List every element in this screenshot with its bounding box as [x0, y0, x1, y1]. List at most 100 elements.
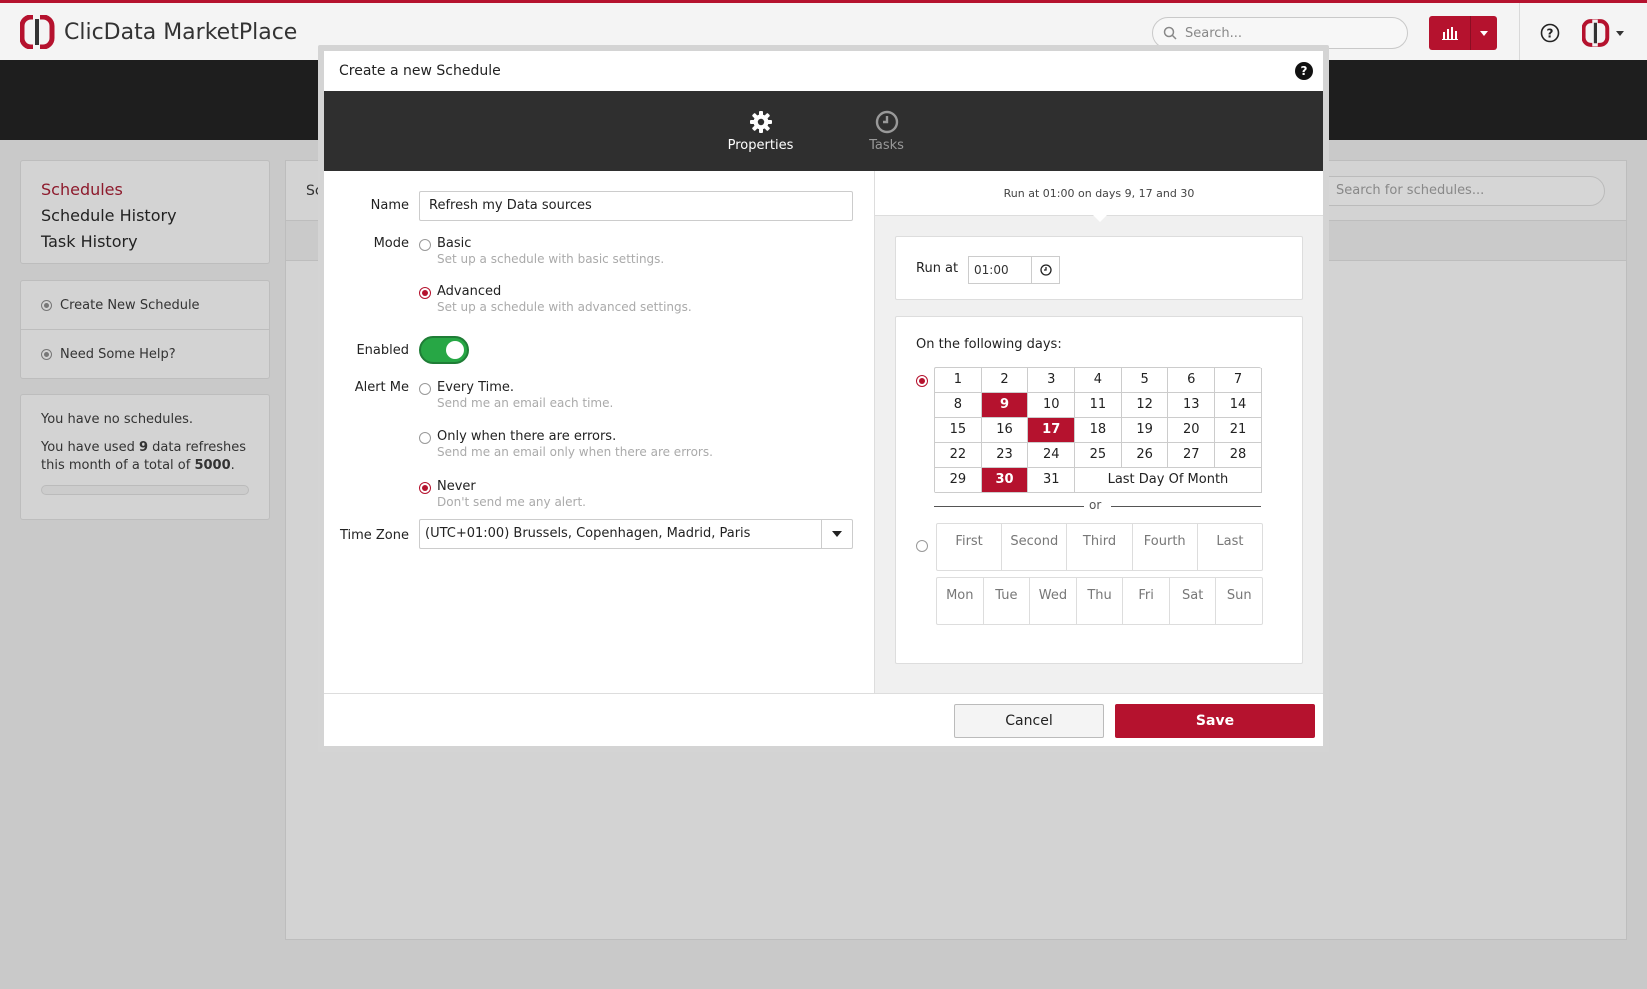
- create-schedule-label: Create New Schedule: [60, 297, 200, 313]
- search-placeholder: Search...: [1185, 25, 1243, 41]
- alert-errors-option[interactable]: Only when there are errors. Send me an em…: [419, 429, 713, 460]
- day-cell[interactable]: 29: [935, 468, 982, 493]
- weekday-option[interactable]: Mon: [937, 578, 984, 624]
- day-cell[interactable]: 19: [1121, 418, 1169, 443]
- day-cell[interactable]: 3: [1028, 368, 1076, 393]
- used-count: 9: [138, 440, 149, 455]
- save-button[interactable]: Save: [1115, 704, 1315, 738]
- day-grid: 1 2 3 4 5 6 7 8 9 10 11 12 13 14 15 16 17 18 19 20 21 22 23 24 2…: [934, 367, 1262, 493]
- alert-every-time-option[interactable]: Every Time. Send me an email each time.: [419, 380, 613, 411]
- day-cell[interactable]: 25: [1075, 443, 1122, 468]
- run-at-label: Run at: [916, 261, 959, 276]
- day-cell[interactable]: 2: [981, 368, 1029, 393]
- need-help-link[interactable]: Need Some Help?: [21, 330, 269, 379]
- nav-schedules[interactable]: Schedules: [41, 177, 249, 203]
- day-cell[interactable]: 11: [1075, 393, 1122, 418]
- app-brand: ClicData MarketPlace: [64, 19, 298, 45]
- chevron-down-icon[interactable]: [822, 520, 852, 548]
- tab-properties[interactable]: Properties: [723, 110, 799, 153]
- help-icon[interactable]: ?: [1295, 62, 1313, 80]
- dialog-header: Create a new Schedule ?: [324, 51, 1323, 91]
- schedule-search-input[interactable]: Search for schedules...: [1305, 176, 1605, 206]
- no-schedules-text: You have no schedules.: [41, 412, 194, 427]
- weekday-option[interactable]: Thu: [1077, 578, 1124, 624]
- day-cell[interactable]: 17: [1028, 418, 1076, 443]
- day-cell[interactable]: 1: [935, 368, 982, 393]
- alert-never-option[interactable]: Never Don't send me any alert.: [419, 479, 586, 510]
- day-cell[interactable]: 5: [1121, 368, 1169, 393]
- day-cell[interactable]: 6: [1168, 368, 1216, 393]
- ordinal-option[interactable]: Second: [1002, 524, 1068, 570]
- usage-info: You have no schedules. You have used 9 d…: [20, 394, 270, 520]
- day-cell[interactable]: 4: [1075, 368, 1122, 393]
- schedule-actions: Create New Schedule Need Some Help?: [20, 280, 270, 379]
- bar-chart-icon[interactable]: [1429, 16, 1471, 50]
- weekday-option[interactable]: Sat: [1170, 578, 1217, 624]
- day-cell[interactable]: 14: [1215, 393, 1262, 418]
- nav-task-history[interactable]: Task History: [41, 229, 249, 255]
- timezone-select[interactable]: (UTC+01:00) Brussels, Copenhagen, Madrid…: [419, 519, 853, 549]
- user-menu[interactable]: [1582, 19, 1624, 47]
- day-cell[interactable]: 30: [981, 468, 1029, 493]
- cancel-button[interactable]: Cancel: [954, 704, 1104, 738]
- name-input[interactable]: Refresh my Data sources: [419, 191, 853, 221]
- day-cell[interactable]: 20: [1168, 418, 1216, 443]
- day-cell[interactable]: 21: [1215, 418, 1262, 443]
- day-cell[interactable]: 15: [935, 418, 982, 443]
- alert-never-desc: Don't send me any alert.: [437, 495, 586, 509]
- nav-schedule-history[interactable]: Schedule History: [41, 203, 249, 229]
- mode-basic-option[interactable]: Basic Set up a schedule with basic settin…: [419, 236, 664, 267]
- run-at-time-input[interactable]: 01:00: [968, 256, 1032, 284]
- dialog-title: Create a new Schedule: [339, 63, 501, 79]
- ordinal-option[interactable]: First: [937, 524, 1003, 570]
- create-schedule-link[interactable]: Create New Schedule: [21, 281, 269, 330]
- mode-basic-title: Basic: [437, 236, 472, 251]
- weekday-option[interactable]: Sun: [1216, 578, 1262, 624]
- day-cell[interactable]: 24: [1028, 443, 1076, 468]
- help-icon[interactable]: ?: [1540, 23, 1560, 47]
- day-cell[interactable]: 10: [1028, 393, 1076, 418]
- alert-never-radio[interactable]: [419, 482, 431, 494]
- app-logo[interactable]: ClicData MarketPlace: [19, 14, 298, 50]
- day-cell[interactable]: 26: [1121, 443, 1169, 468]
- mode-advanced-option[interactable]: Advanced Set up a schedule with advanced …: [419, 284, 692, 315]
- dashboard-button[interactable]: [1429, 16, 1497, 50]
- ordinal-option[interactable]: Third: [1067, 524, 1133, 570]
- day-cell[interactable]: 22: [935, 443, 982, 468]
- schedule-nav: Schedules Schedule History Task History: [20, 160, 270, 264]
- weekday-option[interactable]: Fri: [1123, 578, 1170, 624]
- clock-icon[interactable]: [1032, 256, 1060, 284]
- chevron-down-icon[interactable]: [1471, 16, 1497, 50]
- day-cell[interactable]: 16: [981, 418, 1029, 443]
- alert-every-time-radio[interactable]: [419, 383, 431, 395]
- day-cell[interactable]: 12: [1121, 393, 1169, 418]
- or-label: or: [1089, 498, 1102, 512]
- ordinal-option[interactable]: Fourth: [1133, 524, 1198, 570]
- day-cell[interactable]: 31: [1028, 468, 1076, 493]
- weekday-option[interactable]: Tue: [984, 578, 1031, 624]
- last-day-of-month-cell[interactable]: Last Day Of Month: [1075, 468, 1262, 493]
- header-divider: [1519, 3, 1520, 63]
- weekday-option[interactable]: Wed: [1030, 578, 1077, 624]
- ordinal-option[interactable]: Last: [1198, 524, 1262, 570]
- days-label: On the following days:: [916, 337, 1062, 352]
- days-of-month-radio[interactable]: [916, 375, 928, 387]
- weekday-pattern-radio[interactable]: [916, 540, 928, 552]
- mode-advanced-radio[interactable]: [419, 287, 431, 299]
- day-cell[interactable]: 23: [981, 443, 1029, 468]
- bullet-icon: [41, 349, 52, 360]
- day-cell[interactable]: 13: [1168, 393, 1216, 418]
- day-cell[interactable]: 27: [1168, 443, 1216, 468]
- day-cell[interactable]: 9: [981, 393, 1029, 418]
- tab-tasks[interactable]: Tasks: [849, 110, 925, 153]
- tab-tasks-label: Tasks: [869, 137, 904, 153]
- mode-basic-radio[interactable]: [419, 239, 431, 251]
- gear-icon: [749, 110, 772, 133]
- day-cell[interactable]: 7: [1215, 368, 1262, 393]
- enabled-toggle[interactable]: [419, 336, 469, 364]
- day-cell[interactable]: 28: [1215, 443, 1262, 468]
- mode-advanced-title: Advanced: [437, 284, 502, 299]
- alert-errors-radio[interactable]: [419, 432, 431, 444]
- day-cell[interactable]: 8: [935, 393, 982, 418]
- day-cell[interactable]: 18: [1075, 418, 1122, 443]
